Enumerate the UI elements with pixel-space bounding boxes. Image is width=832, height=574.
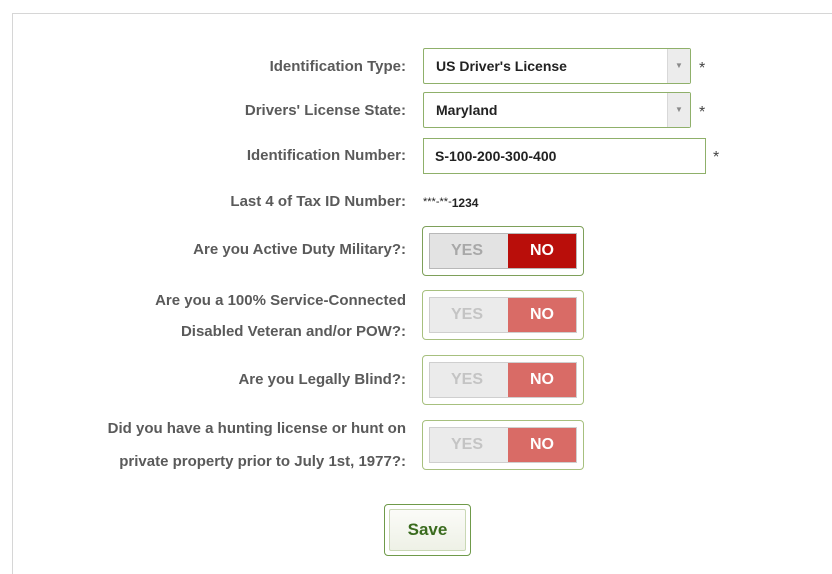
no-option[interactable]: NO [508, 298, 576, 332]
disabled-veteran-label-line1: Are you a 100% Service-Connected [155, 292, 406, 309]
toggle-track: YES NO [429, 297, 577, 333]
no-option[interactable]: NO [508, 363, 576, 397]
toggle-track: YES NO [429, 362, 577, 398]
id-type-label: Identification Type: [269, 58, 406, 75]
license-state-value: Maryland [436, 102, 498, 118]
required-marker: * [713, 149, 720, 166]
id-number-label: Identification Number: [246, 147, 406, 164]
toggle-track: YES NO [429, 233, 577, 269]
dropdown-arrow-icon[interactable]: ▼ [667, 49, 690, 83]
toggle-track: YES NO [429, 427, 577, 463]
license-state-label: Drivers' License State: [244, 102, 406, 119]
no-option[interactable]: NO [508, 234, 576, 268]
yes-option[interactable]: YES [430, 298, 504, 332]
no-option[interactable]: NO [508, 428, 576, 462]
disabled-veteran-label-line2: Disabled Veteran and/or POW?: [180, 323, 406, 340]
license-state-select[interactable]: Maryland ▼ [423, 92, 691, 128]
tax-id-value: ***-**-1234 [423, 192, 478, 213]
legally-blind-toggle[interactable]: YES NO [422, 355, 584, 405]
hunting-license-toggle[interactable]: YES NO [422, 420, 584, 470]
required-marker: * [699, 104, 706, 121]
active-duty-toggle[interactable]: YES NO [422, 226, 584, 276]
yes-option[interactable]: YES [430, 363, 504, 397]
required-marker: * [699, 60, 706, 77]
dropdown-arrow-icon[interactable]: ▼ [667, 93, 690, 127]
hunting-license-label-line2: private property prior to July 1st, 1977… [119, 453, 406, 470]
yes-option[interactable]: YES [430, 428, 504, 462]
save-button-label: Save [389, 509, 466, 551]
save-button[interactable]: Save [384, 504, 471, 556]
id-type-select[interactable]: US Driver's License ▼ [423, 48, 691, 84]
active-duty-label: Are you Active Duty Military?: [193, 241, 406, 258]
id-number-input[interactable] [423, 138, 706, 174]
yes-option[interactable]: YES [430, 234, 504, 268]
hunting-license-label-line1: Did you have a hunting license or hunt o… [107, 420, 406, 437]
id-type-value: US Driver's License [436, 58, 567, 74]
tax-id-mask: ***-**- [423, 196, 452, 208]
disabled-veteran-toggle[interactable]: YES NO [422, 290, 584, 340]
legally-blind-label: Are you Legally Blind?: [238, 371, 406, 388]
tax-id-last4: 1234 [451, 196, 479, 210]
tax-id-label: Last 4 of Tax ID Number: [230, 193, 406, 210]
